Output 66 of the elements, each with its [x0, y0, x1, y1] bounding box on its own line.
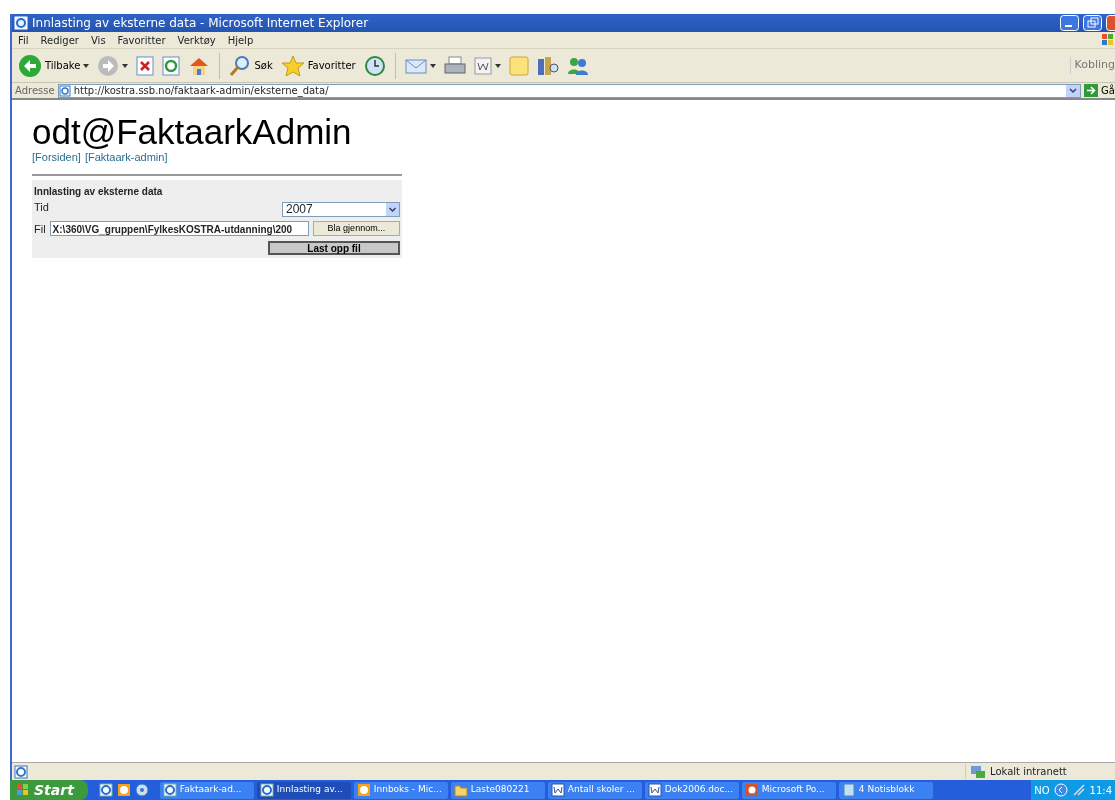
upload-button[interactable]: Last opp fil — [268, 241, 400, 255]
dropdown-arrow-icon[interactable] — [83, 63, 90, 68]
dropdown-arrow-icon[interactable] — [429, 63, 436, 68]
history-icon[interactable] — [363, 54, 386, 77]
printer-icon[interactable] — [443, 55, 466, 76]
nav-link[interactable]: [Faktaark-admin] — [84, 149, 168, 166]
chevron-icon[interactable] — [1053, 783, 1068, 797]
menu-item[interactable]: Rediger — [34, 32, 85, 48]
taskbar-button[interactable]: Antall skoler ... — [547, 781, 642, 799]
field-label: Fil — [34, 221, 46, 237]
start-button[interactable]: Start — [10, 780, 88, 800]
browse-button[interactable]: Bla gjennom... — [312, 221, 400, 237]
books-icon[interactable] — [536, 55, 559, 76]
browser-icon[interactable] — [98, 783, 113, 797]
close-button[interactable] — [1106, 15, 1115, 31]
windows-logo-icon — [1101, 33, 1115, 47]
restore-button[interactable] — [1083, 15, 1102, 31]
stop-icon[interactable] — [136, 55, 155, 76]
menu-item[interactable]: Favoritter — [111, 32, 172, 48]
document-icon — [647, 783, 662, 797]
nav-link[interactable]: [Forsiden] — [32, 149, 81, 166]
taskbar-button[interactable]: Microsoft Po... — [741, 781, 836, 799]
browser-icon — [14, 16, 28, 30]
browser-icon — [162, 783, 177, 797]
taskbar-button[interactable]: Dok2006.doc... — [644, 781, 739, 799]
window-title: Innlasting av eksterne data - Microsoft Internet Explorer — [32, 15, 370, 32]
taskbar-button[interactable]: 4 Notisblokk — [838, 781, 933, 799]
dropdown-arrow-icon[interactable] — [494, 63, 501, 68]
star-icon — [280, 54, 305, 77]
page-heading: odt@FaktaarkAdmin — [32, 114, 353, 149]
menu-item[interactable]: Fil — [12, 32, 35, 48]
search-button[interactable]: Søk — [229, 54, 273, 77]
people-icon[interactable] — [566, 55, 589, 76]
year-select[interactable]: 2007 — [282, 201, 400, 217]
menu-item[interactable]: Verktøy — [171, 32, 222, 48]
taskbar-button[interactable]: Innboks - Mic... — [353, 781, 448, 799]
taskbar-button[interactable]: Innlasting av... — [256, 781, 351, 799]
dropdown-arrow-icon[interactable] — [122, 63, 129, 68]
windows-logo-icon — [16, 783, 30, 797]
refresh-icon[interactable] — [162, 55, 181, 76]
disc-icon[interactable] — [134, 783, 149, 797]
address-label: Adresse — [15, 84, 55, 98]
slides-icon — [744, 783, 759, 797]
document-icon — [550, 783, 565, 797]
page-icon — [14, 764, 28, 779]
minimize-button[interactable] — [1060, 15, 1079, 31]
taskbar-button[interactable]: Laste080221 — [450, 781, 545, 799]
address-field[interactable]: http://kostra.ssb.no/faktaark-admin/eksterne_data/ — [57, 83, 1082, 98]
form-title: Innlasting av eksterne data — [34, 184, 164, 199]
menu-item[interactable]: Vis — [85, 32, 112, 48]
browser-icon — [259, 783, 274, 797]
links-label[interactable]: Kobling — [1069, 57, 1115, 74]
network-icon — [970, 764, 986, 779]
document-icon[interactable] — [473, 56, 492, 75]
field-label: Tid — [34, 199, 49, 215]
menu-item[interactable]: Hjelp — [221, 32, 260, 48]
file-path-field[interactable]: X:\360\VG_gruppen\FylkesKOSTRA-utdanning\200 — [49, 221, 309, 237]
go-button[interactable]: Gå — [1084, 83, 1115, 98]
search-icon — [229, 54, 252, 77]
back-arrow-button[interactable]: Tilbake — [18, 53, 81, 78]
folder-icon — [453, 783, 468, 797]
star-button[interactable]: Favoritter — [280, 54, 356, 77]
notepad-icon — [841, 783, 856, 797]
taskbar-button[interactable]: Faktaark-ad... — [159, 781, 254, 799]
clock: 11:4 — [1089, 783, 1112, 798]
zone-label: Lokalt intranett — [990, 765, 1067, 779]
